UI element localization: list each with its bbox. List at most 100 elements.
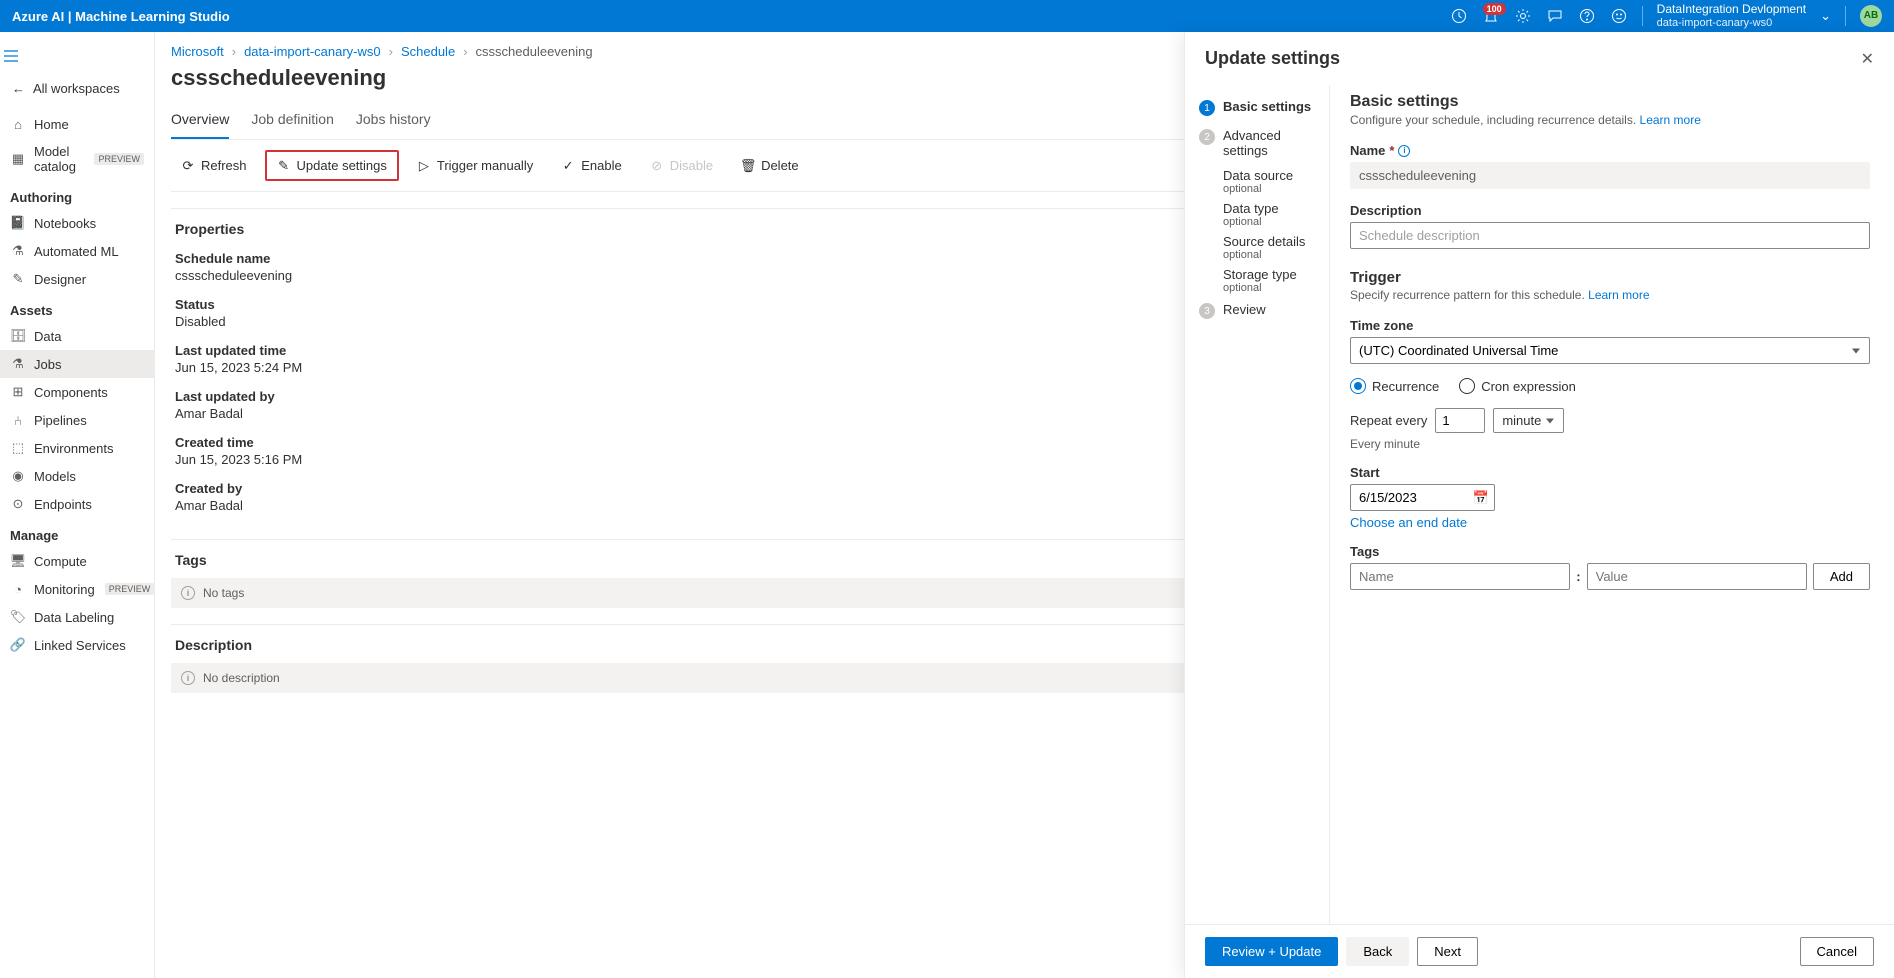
nav-models[interactable]: ◉Models xyxy=(0,462,154,490)
nav-jobs[interactable]: ⚗ Jobs xyxy=(0,350,154,378)
wizard-step-advanced[interactable]: 2Advanced settings xyxy=(1197,122,1327,164)
notebook-icon: 📓 xyxy=(10,215,26,231)
delete-button[interactable]: 🗑Delete xyxy=(731,152,809,179)
tag-value-input[interactable] xyxy=(1587,563,1807,590)
wizard-sub-data-type[interactable]: Data typeoptional xyxy=(1197,197,1327,230)
description-input[interactable] xyxy=(1350,222,1870,249)
radio-label: Recurrence xyxy=(1372,379,1439,394)
timezone-select[interactable] xyxy=(1350,337,1870,364)
help-icon[interactable] xyxy=(1578,7,1596,25)
panel-footer: Review + Update Back Next Cancel xyxy=(1185,924,1894,978)
nav-label: Data xyxy=(34,329,61,344)
clock-icon[interactable] xyxy=(1450,7,1468,25)
name-label: Name * i xyxy=(1350,143,1870,158)
nav-section-manage: Manage xyxy=(0,518,154,547)
nav-label: Monitoring xyxy=(34,582,95,597)
tenant-switcher[interactable]: DataIntegration Devlopment data-import-c… xyxy=(1657,2,1806,30)
update-settings-button[interactable]: ✎Update settings xyxy=(265,150,399,181)
nav-home[interactable]: ⌂Home xyxy=(0,110,154,138)
components-icon: ⊞ xyxy=(10,384,26,400)
add-tag-button[interactable]: Add xyxy=(1813,563,1870,590)
repeat-value-input[interactable] xyxy=(1435,408,1485,433)
nav-linked[interactable]: 🔗Linked Services xyxy=(0,631,154,659)
nav-pipelines[interactable]: ⑃Pipelines xyxy=(0,406,154,434)
sub-opt: optional xyxy=(1223,216,1327,228)
trigger-button[interactable]: ▷Trigger manually xyxy=(407,152,543,179)
wizard-sub-data-source[interactable]: Data sourceoptional xyxy=(1197,164,1327,197)
wiz-label: Review xyxy=(1223,302,1266,317)
learn-more-link[interactable]: Learn more xyxy=(1640,113,1701,127)
nav-label: Notebooks xyxy=(34,216,96,231)
nav-label: Jobs xyxy=(34,357,61,372)
nav-label: Pipelines xyxy=(34,413,87,428)
wizard-sub-storage-type[interactable]: Storage typeoptional xyxy=(1197,263,1327,296)
edit-icon: ✎ xyxy=(277,159,291,173)
close-icon[interactable]: ✕ xyxy=(1861,49,1874,69)
info-icon[interactable]: i xyxy=(1398,145,1410,157)
nav-notebooks[interactable]: 📓 Notebooks xyxy=(0,209,154,237)
notification-icon[interactable]: 100 xyxy=(1482,7,1500,25)
nav-components[interactable]: ⊞Components xyxy=(0,378,154,406)
nav-monitoring[interactable]: ◔MonitoringPREVIEW xyxy=(0,575,154,603)
tab-job-definition[interactable]: Job definition xyxy=(251,103,334,139)
description-label: Description xyxy=(1350,203,1870,218)
end-date-link[interactable]: Choose an end date xyxy=(1350,515,1467,530)
smile-icon[interactable] xyxy=(1610,7,1628,25)
wizard-nav: 1Basic settings 2Advanced settings Data … xyxy=(1185,85,1330,924)
name-input xyxy=(1350,162,1870,189)
empty-text: No description xyxy=(203,671,280,685)
empty-text: No tags xyxy=(203,586,244,600)
workspace-name: data-import-canary-ws0 xyxy=(1657,17,1806,30)
unit-label: minute xyxy=(1502,413,1541,428)
wizard-sub-source-details[interactable]: Source detailsoptional xyxy=(1197,230,1327,263)
nav-endpoints[interactable]: ⊙Endpoints xyxy=(0,490,154,518)
nav-compute[interactable]: 🖥 Compute xyxy=(0,547,154,575)
nav-model-catalog[interactable]: ▦Model catalogPREVIEW xyxy=(0,138,154,180)
nav-section-authoring: Authoring xyxy=(0,180,154,209)
hamburger-icon[interactable] xyxy=(0,40,24,75)
tab-jobs-history[interactable]: Jobs history xyxy=(356,103,431,139)
breadcrumb-link[interactable]: data-import-canary-ws0 xyxy=(244,44,381,59)
nav-label: Compute xyxy=(34,554,87,569)
refresh-button[interactable]: ⟳Refresh xyxy=(171,152,257,179)
tag-name-input[interactable] xyxy=(1350,563,1570,590)
subtext: Configure your schedule, including recur… xyxy=(1350,113,1636,127)
learn-more-link[interactable]: Learn more xyxy=(1588,288,1649,302)
breadcrumb-link[interactable]: Microsoft xyxy=(171,44,224,59)
panel-title: Update settings xyxy=(1205,48,1340,69)
wizard-step-basic[interactable]: 1Basic settings xyxy=(1197,93,1327,122)
avatar[interactable]: AB xyxy=(1860,5,1882,27)
enable-button[interactable]: ✓Enable xyxy=(551,152,631,179)
repeat-label: Repeat every xyxy=(1350,413,1427,428)
radio-recurrence[interactable]: Recurrence xyxy=(1350,378,1439,394)
nav-labeling[interactable]: 🏷Data Labeling xyxy=(0,603,154,631)
nav-designer[interactable]: ✎Designer xyxy=(0,265,154,293)
repeat-unit-select[interactable]: minute xyxy=(1493,408,1564,433)
review-update-button[interactable]: Review + Update xyxy=(1205,937,1338,966)
gear-icon[interactable] xyxy=(1514,7,1532,25)
start-date-input[interactable] xyxy=(1350,484,1495,511)
sub-label: Source details xyxy=(1223,234,1305,249)
compute-icon: 🖥 xyxy=(10,553,26,569)
sub-opt: optional xyxy=(1223,249,1327,261)
btn-label: Delete xyxy=(761,158,799,173)
wizard-step-review[interactable]: 3Review xyxy=(1197,296,1327,325)
chevron-down-icon[interactable]: ⌄ xyxy=(1820,8,1831,24)
radio-cron[interactable]: Cron expression xyxy=(1459,378,1576,394)
next-button[interactable]: Next xyxy=(1417,937,1478,966)
jobs-icon: ⚗ xyxy=(10,356,26,372)
breadcrumb-link[interactable]: Schedule xyxy=(401,44,455,59)
form-sub: Configure your schedule, including recur… xyxy=(1350,113,1870,127)
tab-overview[interactable]: Overview xyxy=(171,103,229,139)
nav-label: Endpoints xyxy=(34,497,92,512)
btn-label: Disable xyxy=(670,158,713,173)
feedback-icon[interactable] xyxy=(1546,7,1564,25)
back-button[interactable]: Back xyxy=(1346,937,1409,966)
nav-back[interactable]: ← All workspaces xyxy=(0,75,154,102)
nav-automl[interactable]: ⚗Automated ML xyxy=(0,237,154,265)
cancel-button[interactable]: Cancel xyxy=(1800,937,1874,966)
labeling-icon: 🏷 xyxy=(10,609,26,625)
nav-data[interactable]: 🗄Data xyxy=(0,322,154,350)
refresh-icon: ⟳ xyxy=(181,159,195,173)
nav-environments[interactable]: ⬚Environments xyxy=(0,434,154,462)
